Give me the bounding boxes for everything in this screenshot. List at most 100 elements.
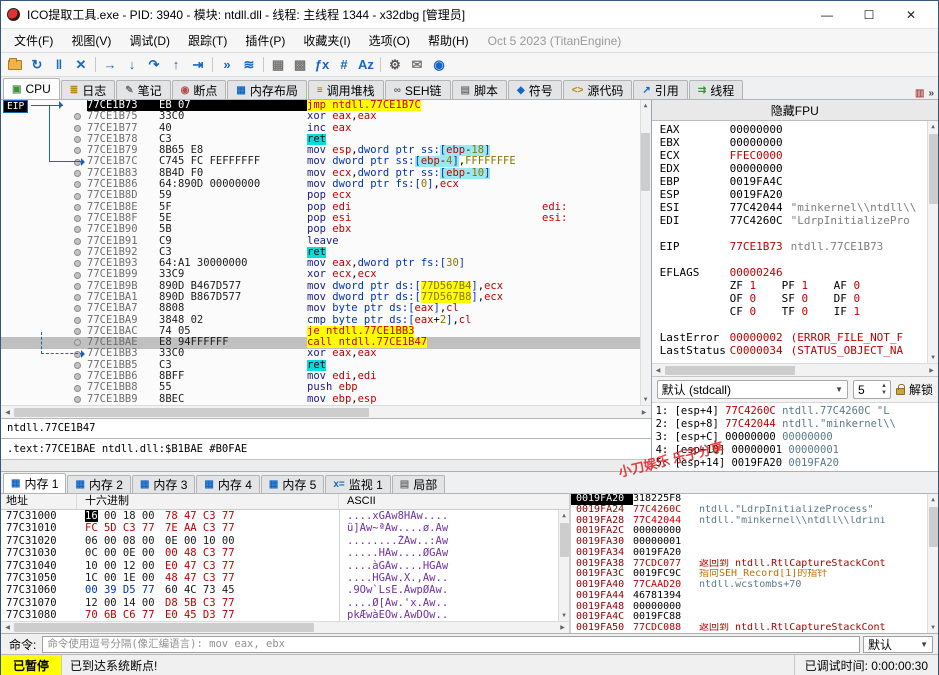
tab-memory-5[interactable]: ▦ 内存 5 [260, 475, 325, 493]
register-row[interactable]: EAX 00000000 [660, 123, 938, 136]
register-row[interactable] [660, 318, 938, 331]
scroll-right-icon[interactable]: ▶ [925, 367, 938, 374]
argument-row[interactable]: 3: [esp+C] 00000000 00000000 [656, 431, 938, 444]
memory-row[interactable]: 77C31000 16 00 18 00 78 47 C3 77 ....xGÃw8H… [1, 510, 569, 523]
scroll-right-icon[interactable]: ▶ [638, 409, 651, 416]
unlock-toggle[interactable]: 解锁 [895, 381, 933, 398]
memdump-horizontal-scrollbar[interactable]: ◀ ▶ [1, 621, 569, 633]
memory-dump-rows[interactable]: ▲ ▼ 77C31000 16 00 18 00 78 47 C3 77 ....xG… [1, 510, 569, 621]
stack-row[interactable]: 0019FA4C 0019FC88 [571, 612, 938, 623]
scroll-down-icon[interactable]: ▼ [931, 352, 935, 363]
pause-icon[interactable]: ‖ [48, 55, 70, 75]
memory-row[interactable]: 77C31050 1C 00 1E 00 48 47 C3 77 ....HGÃw.X… [1, 571, 569, 585]
memory-icon[interactable]: ▦ [267, 55, 289, 75]
scroll-down-icon[interactable]: ▼ [644, 394, 648, 405]
feedback-icon[interactable]: ✉ [406, 55, 428, 75]
scroll-right-icon[interactable]: ▶ [556, 624, 569, 631]
register-row[interactable]: ESP 0019FA20 [660, 188, 938, 201]
disasm-row[interactable]: 77CE1BA7 8808 mov byte ptr ds:[eax],cl [1, 302, 651, 314]
scroll-down-icon[interactable]: ▼ [931, 622, 935, 633]
stack-row[interactable]: 0019FA24 77C4260C ntdll."LdrpInitializePro… [571, 504, 938, 516]
tab-references[interactable]: ↗ 引用 [633, 80, 688, 99]
register-row[interactable]: EBP 0019FA4C [660, 175, 938, 188]
register-row[interactable]: CF 0 TF 0 IF 1 [660, 305, 938, 318]
stack-row[interactable]: 0019FA30 00000001 [571, 536, 938, 548]
register-row[interactable] [660, 227, 938, 240]
breakpoint-dot[interactable] [67, 203, 87, 211]
register-row[interactable]: EFLAGS 00000246 [660, 266, 938, 279]
register-row[interactable]: ESI 77C42044 "minkernel\\ntdll\\ [660, 201, 938, 214]
memory-row[interactable]: 77C31080 70 6B C6 77 E0 45 D3 77 pkÆwàEÓw.Ã… [1, 609, 569, 621]
breakpoint-dot[interactable] [67, 169, 87, 177]
breakpoint-dot[interactable] [67, 226, 87, 234]
register-row[interactable] [660, 253, 938, 266]
scroll-left-icon[interactable]: ◀ [652, 367, 665, 374]
memory-row[interactable]: 77C31030 0C 00 0E 00 00 48 C3 77 .....HÃw..… [1, 547, 569, 560]
breakpoint-dot[interactable] [67, 237, 87, 245]
memory-row[interactable]: 77C31070 12 00 14 00 D8 5B C3 77 ....Ø[Ãw.'… [1, 596, 569, 610]
argument-row[interactable]: 2: [esp+8] 77C42044 ntdll."minkernel\\ [656, 418, 938, 431]
column-header-address[interactable]: 地址 [1, 494, 77, 509]
menu-trace[interactable]: 跟踪(T) [179, 30, 236, 51]
tab-symbols[interactable]: ◆ 符号 [507, 80, 562, 99]
disasm-row[interactable]: 77CE1B75 33C0 xor eax,eax [1, 110, 651, 122]
breakpoint-dot[interactable] [67, 282, 87, 290]
scrollbar-thumb[interactable] [664, 365, 795, 375]
breakpoint-dot[interactable] [67, 305, 87, 313]
menu-favourites[interactable]: 收藏夹(I) [294, 30, 359, 51]
tab-log[interactable]: ≣ 日志 [60, 80, 116, 99]
breakpoint-dot[interactable] [67, 316, 87, 324]
close-button[interactable]: ✕ [890, 2, 932, 28]
scrollbar-thumb[interactable] [641, 133, 651, 191]
stack-panel[interactable]: ▲ ▼ 0019FA20 318225F8 0019FA24 77C4260C ntdl… [571, 494, 938, 633]
breakpoint-dot[interactable] [67, 294, 87, 302]
maximize-button[interactable]: ☐ [848, 2, 890, 28]
fx-icon[interactable]: ƒx [311, 55, 333, 75]
tab-memory-1[interactable]: ▦ 内存 1 [3, 473, 67, 493]
stack-vertical-scrollbar[interactable]: ▲ ▼ [927, 494, 938, 633]
scroll-left-icon[interactable]: ◀ [1, 624, 14, 631]
scrollbar-thumb[interactable] [928, 507, 938, 547]
tab-script[interactable]: ▤ 脚本 [451, 80, 507, 99]
register-row[interactable]: EIP 77CE1B73 ntdll.77CE1B73 [660, 240, 938, 253]
tab-overflow-chevron-icon[interactable]: » [928, 88, 934, 99]
memory-row[interactable]: 77C31060 00 39 D5 77 60 4C 73 45 .9Õw`LsE.À… [1, 584, 569, 597]
argument-list[interactable]: 1: [esp+4] 77C4260C ntdll.77C4260C "L 2: … [651, 402, 938, 471]
disasm-vertical-scrollbar[interactable]: ▲ ▼ [639, 100, 651, 405]
menu-file[interactable]: 文件(F) [5, 30, 62, 51]
restart-icon[interactable]: ↻ [26, 55, 48, 75]
animate-icon[interactable]: » [216, 55, 238, 75]
patch-icon[interactable]: ▩ [289, 55, 311, 75]
open-file-icon[interactable] [4, 55, 26, 75]
argument-row[interactable]: 1: [esp+4] 77C4260C ntdll.77C4260C "L [656, 405, 938, 418]
settings-icon[interactable]: ⚙ [384, 55, 406, 75]
memdump-vertical-scrollbar[interactable]: ▲ ▼ [558, 510, 569, 621]
breakpoint-dot[interactable] [67, 260, 87, 268]
breakpoint-dot[interactable] [67, 249, 87, 256]
scroll-down-icon[interactable]: ▼ [562, 610, 566, 621]
tab-seh[interactable]: ∞ SEH链 [384, 80, 451, 99]
column-header-ascii[interactable]: ASCII [339, 494, 569, 509]
hash-icon[interactable]: # [333, 55, 355, 75]
stack-row[interactable]: 0019FA48 00000000 [571, 601, 938, 613]
argument-count-spinner[interactable]: 5 ▲ ▼ [852, 380, 891, 399]
tab-watch-1[interactable]: x= 监视 1 [325, 475, 391, 493]
tab-memory-2[interactable]: ▦ 内存 2 [67, 475, 131, 493]
stack-row[interactable]: 0019FA20 318225F8 [571, 494, 938, 505]
command-input[interactable] [42, 635, 860, 653]
breakpoint-dot[interactable] [67, 181, 87, 189]
tab-call-stack[interactable]: ≡ 调用堆栈 [307, 80, 384, 99]
terminate-icon[interactable]: ✕ [70, 55, 92, 75]
step-into-icon[interactable]: ↓ [121, 55, 143, 75]
stack-row[interactable]: 0019FA28 77C42044 ntdll."minkernel\\ntdll\… [571, 515, 938, 527]
stack-row[interactable]: 0019FA3C 0019FC9C 指向SEH_Record[1]的指针 [571, 569, 938, 580]
run-icon[interactable]: → [99, 55, 121, 75]
argument-row[interactable]: 5: [esp+14] 0019FA20 0019FA20 [656, 457, 938, 470]
register-row[interactable]: EDX 00000000 [660, 162, 938, 175]
registers-horizontal-scrollbar[interactable]: ◀ ▶ [651, 363, 938, 376]
stack-row[interactable]: 0019FA40 77CAAD20 ntdll.wcstombs+70 [571, 579, 938, 591]
stack-row[interactable]: 0019FA38 77CDC077 返回到 ntdll.RtlCaptureStac… [571, 558, 938, 570]
breakpoint-dot[interactable] [67, 361, 87, 369]
globe-icon[interactable]: ◉ [428, 55, 450, 75]
tab-source[interactable]: <> 源代码 [562, 80, 633, 99]
